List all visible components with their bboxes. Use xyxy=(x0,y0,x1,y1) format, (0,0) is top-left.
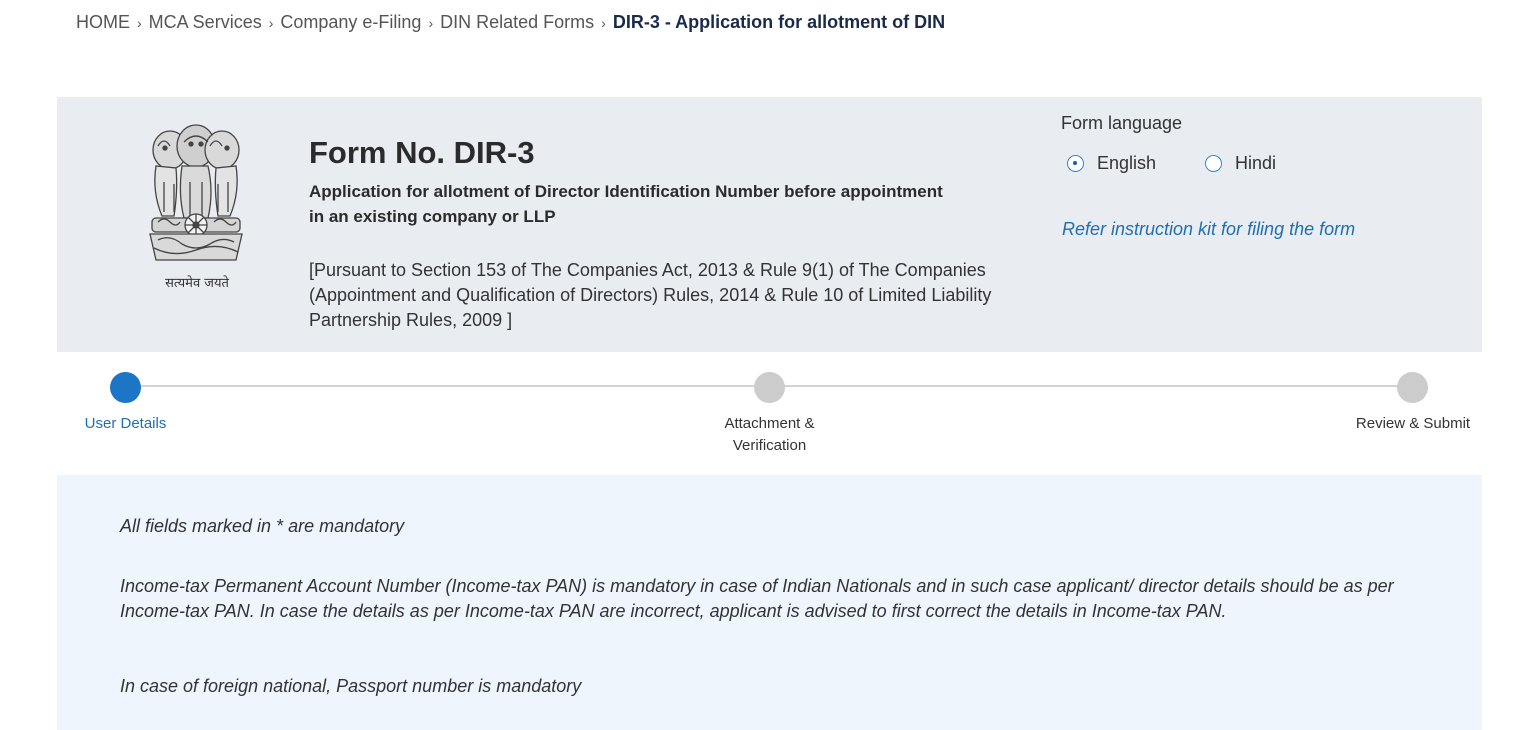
step-review-submit-dot[interactable] xyxy=(1397,372,1428,403)
breadcrumb-home-link[interactable]: HOME xyxy=(76,12,130,33)
step-review-submit-label[interactable]: Review & Submit xyxy=(1344,413,1482,435)
language-option-label: English xyxy=(1097,153,1157,173)
breadcrumb-separator: › xyxy=(137,14,142,31)
breadcrumb-separator: › xyxy=(428,14,434,31)
step-attachment-verification-label[interactable]: Attachment & Verification xyxy=(699,413,840,457)
language-option-label: Hindi xyxy=(1235,153,1277,173)
breadcrumb-separator: › xyxy=(268,14,274,31)
mandatory-fields-note: All fields marked in * are mandatory xyxy=(120,516,405,536)
radio-unchecked-icon[interactable] xyxy=(1205,155,1222,172)
step-user-details-label[interactable]: User Details xyxy=(72,413,179,435)
mandatory-info-panel: All fields marked in * are mandatory Inc… xyxy=(57,475,1482,730)
breadcrumb-company-efiling-link[interactable]: Company e-Filing xyxy=(280,12,421,33)
breadcrumb-current: DIR-3 - Application for allotment of DIN xyxy=(612,12,946,32)
national-emblem-icon xyxy=(144,122,248,292)
form-header: सत्यमेव जयते Form No. DIR-3 Application … xyxy=(57,97,1482,352)
form-legal-reference: [Pursuant to Section 153 of The Companie… xyxy=(309,260,992,330)
passport-requirement-note: In case of foreign national, Passport nu… xyxy=(120,676,582,696)
form-language-label: Form language xyxy=(1061,113,1183,133)
pan-requirement-note: Income-tax Permanent Account Number (Inc… xyxy=(120,576,1394,621)
instruction-kit-link[interactable]: Refer instruction kit for filing the for… xyxy=(1062,219,1355,240)
form-number-title: Form No. DIR-3 xyxy=(309,135,535,170)
progress-stepper: User Details Attachment & Verification R… xyxy=(57,358,1482,468)
radio-checked-icon[interactable] xyxy=(1067,155,1084,172)
breadcrumb-mca-services-link[interactable]: MCA Services xyxy=(149,12,262,33)
form-subtitle: Application for allotment of Director Id… xyxy=(309,182,943,226)
emblem-motto: सत्यमेव जयते xyxy=(165,276,229,291)
language-radio-hindi[interactable]: Hindi xyxy=(1205,153,1276,174)
breadcrumb-din-related-forms-link[interactable]: DIN Related Forms xyxy=(440,12,594,33)
breadcrumb-separator: › xyxy=(601,14,606,31)
step-attachment-verification-dot[interactable] xyxy=(754,372,785,403)
breadcrumb: HOME › MCA Services › Company e-Filing ›… xyxy=(76,12,945,33)
language-radio-english[interactable]: English xyxy=(1067,153,1156,174)
step-user-details-dot[interactable] xyxy=(110,372,141,403)
